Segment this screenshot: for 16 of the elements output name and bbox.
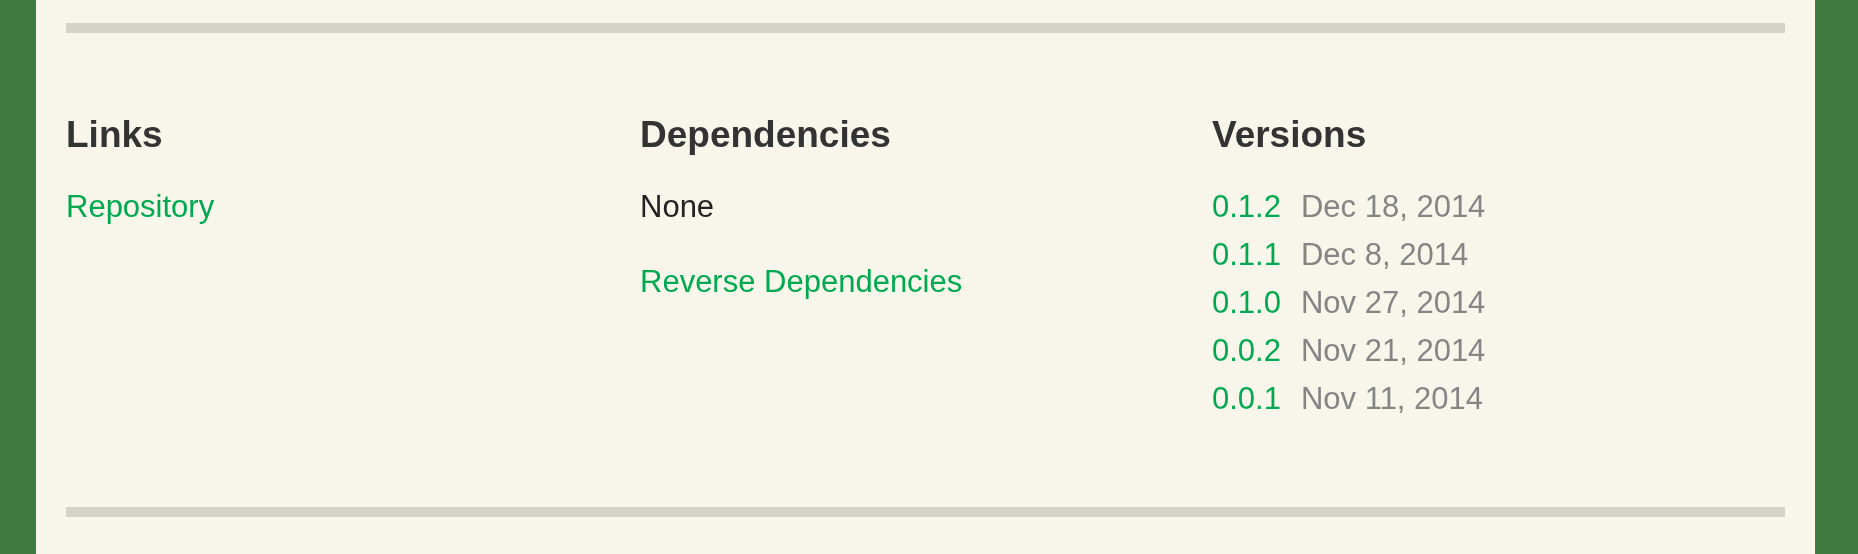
version-link[interactable]: 0.0.2 bbox=[1212, 327, 1281, 376]
section-heading: Versions bbox=[1212, 113, 1367, 157]
version-link[interactable]: 0.0.1 bbox=[1212, 375, 1281, 424]
version-date: Dec 8, 2014 bbox=[1300, 236, 1469, 275]
version-date: Dec 18, 2014 bbox=[1300, 188, 1486, 227]
reverse-dependencies-link[interactable]: Reverse Dependencies bbox=[640, 258, 963, 307]
version-date: Nov 21, 2014 bbox=[1300, 332, 1486, 371]
version-link[interactable]: 0.1.2 bbox=[1212, 183, 1281, 232]
version-link[interactable]: 0.1.1 bbox=[1212, 231, 1281, 280]
repository-link[interactable]: Repository bbox=[66, 183, 215, 232]
section-heading: Links bbox=[66, 113, 163, 157]
dependency-text: None bbox=[640, 188, 715, 227]
section-heading: Dependencies bbox=[640, 113, 891, 157]
version-link[interactable]: 0.1.0 bbox=[1212, 279, 1281, 328]
version-date: Nov 27, 2014 bbox=[1300, 284, 1486, 323]
version-date: Nov 11, 2014 bbox=[1300, 380, 1484, 419]
